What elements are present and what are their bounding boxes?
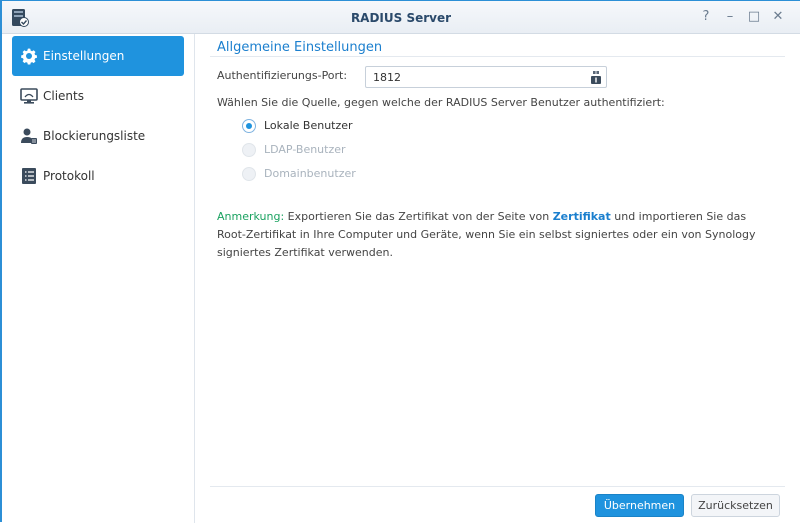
minimize-button[interactable]: – [722,9,738,25]
footer-divider [210,486,785,487]
log-list-icon [22,168,36,184]
sidebar-item-blockierungsliste[interactable]: Blockierungsliste [12,116,184,156]
reset-button[interactable]: Zurücksetzen [691,494,780,517]
sidebar: Einstellungen Clients Blockierungsliste [2,34,195,523]
sidebar-item-einstellungen[interactable]: Einstellungen [12,36,184,76]
port-label: Authentifizierungs-Port: [217,69,348,82]
stepper-icon[interactable] [590,70,602,84]
note-text-part: Exportieren Sie das Zertifikat von der S… [284,210,553,223]
monitor-icon [20,88,38,104]
section-title: Allgemeine Einstellungen [217,40,383,55]
zertifikat-link[interactable]: Zertifikat [553,210,611,223]
note-text: Anmerkung: Exportieren Sie das Zertifika… [217,208,777,262]
radio-label: Lokale Benutzer [264,119,353,132]
note-prefix: Anmerkung: [217,210,285,223]
sidebar-item-label: Clients [43,89,84,103]
help-button[interactable]: ? [698,9,714,25]
title-bar[interactable]: RADIUS Server ? – □ ✕ [2,1,800,34]
sidebar-item-label: Protokoll [43,169,95,183]
gear-icon [21,48,37,65]
apply-button[interactable]: Übernehmen [595,494,684,517]
port-input[interactable] [365,66,607,88]
radius-server-window: RADIUS Server ? – □ ✕ Einstellungen Clie… [0,0,800,523]
window-title: RADIUS Server [350,11,452,25]
radio-button[interactable] [242,143,256,157]
sidebar-item-label: Einstellungen [43,49,125,63]
radio-button[interactable] [242,119,256,133]
radio-label: LDAP-Benutzer [264,143,346,156]
main-content: Allgemeine Einstellungen Authentifizieru… [196,34,800,523]
radio-button[interactable] [242,167,256,181]
close-button[interactable]: ✕ [770,9,786,25]
maximize-button[interactable]: □ [746,9,762,25]
radio-label: Domainbenutzer [264,167,356,180]
sidebar-item-protokoll[interactable]: Protokoll [12,156,184,196]
section-divider [210,56,785,57]
sidebar-item-clients[interactable]: Clients [12,76,184,116]
user-block-icon [21,128,37,144]
sidebar-item-label: Blockierungsliste [43,129,146,143]
source-label: Wählen Sie die Quelle, gegen welche der … [217,96,665,109]
